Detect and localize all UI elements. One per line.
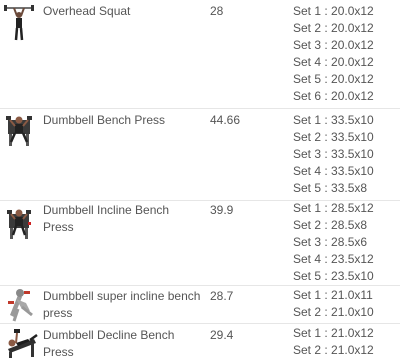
set-entry: Set 3 : 28.5x6: [293, 235, 368, 249]
exercise-name[interactable]: Dumbbell Bench Press: [43, 112, 203, 129]
sets-list: Set 1 : 20.0x12 Set 2 : 20.0x12 Set 3 : …: [293, 3, 400, 105]
sets-list: Set 1 : 21.0x12 Set 2 : 21.0x12: [293, 325, 400, 359]
exercise-name[interactable]: Dumbbell Decline Bench Press: [43, 327, 203, 361]
set-entry: Set 6 : 20.0x12: [293, 89, 374, 103]
sets-list: Set 1 : 33.5x10 Set 2 : 33.5x10 Set 3 : …: [293, 112, 400, 197]
set-entry: Set 4 : 23.5x12: [293, 252, 374, 266]
set-entry: Set 2 : 28.5x8: [293, 218, 368, 232]
dumbbell-decline-bench-press-figure-icon: [4, 325, 38, 359]
set-entry: Set 2 : 21.0x12: [293, 343, 374, 357]
exercise-value: 44.66: [210, 113, 241, 127]
set-entry: Set 5 : 23.5x10: [293, 269, 374, 283]
exercise-name[interactable]: Overhead Squat: [43, 3, 203, 20]
set-entry: Set 1 : 28.5x12: [293, 201, 374, 215]
exercise-value: 29.4: [210, 328, 234, 342]
dumbbell-super-incline-figure-icon: [4, 285, 33, 323]
set-entry: Set 2 : 33.5x10: [293, 130, 374, 144]
set-entry: Set 5 : 33.5x8: [293, 181, 368, 195]
set-entry: Set 4 : 20.0x12: [293, 55, 374, 69]
exercise-name[interactable]: Dumbbell Incline Bench Press: [43, 202, 203, 236]
set-entry: Set 4 : 33.5x10: [293, 164, 374, 178]
exercise-value: 39.9: [210, 203, 234, 217]
set-entry: Set 1 : 21.0x11: [293, 288, 373, 302]
set-entry: Set 2 : 20.0x12: [293, 21, 374, 35]
set-entry: Set 2 : 21.0x10: [293, 305, 374, 319]
overhead-squat-figure-icon: [4, 2, 34, 42]
set-entry: Set 3 : 20.0x12: [293, 38, 374, 52]
exercise-row: Dumbbell super incline bench press 28.7 …: [0, 285, 400, 324]
dumbbell-incline-bench-press-figure-icon: [4, 204, 32, 240]
set-entry: Set 1 : 20.0x12: [293, 4, 374, 18]
exercise-row: Overhead Squat 28 Set 1 : 20.0x12 Set 2 …: [0, 0, 400, 109]
exercise-name[interactable]: Dumbbell super incline bench press: [43, 288, 203, 322]
sets-list: Set 1 : 28.5x12 Set 2 : 28.5x8 Set 3 : 2…: [293, 200, 400, 285]
exercise-row: Dumbbell Decline Bench Press 29.4 Set 1 …: [0, 323, 400, 361]
set-entry: Set 1 : 33.5x10: [293, 113, 374, 127]
exercise-value: 28: [210, 4, 224, 18]
sets-list: Set 1 : 21.0x11 Set 2 : 21.0x10: [293, 287, 400, 321]
exercise-value: 28.7: [210, 289, 234, 303]
set-entry: Set 3 : 33.5x10: [293, 147, 374, 161]
set-entry: Set 5 : 20.0x12: [293, 72, 374, 86]
exercise-row: Dumbbell Bench Press 44.66 Set 1 : 33.5x…: [0, 108, 400, 201]
set-entry: Set 1 : 21.0x12: [293, 326, 374, 340]
exercise-row: Dumbbell Incline Bench Press 39.9 Set 1 …: [0, 200, 400, 286]
dumbbell-bench-press-figure-icon: [4, 112, 32, 148]
